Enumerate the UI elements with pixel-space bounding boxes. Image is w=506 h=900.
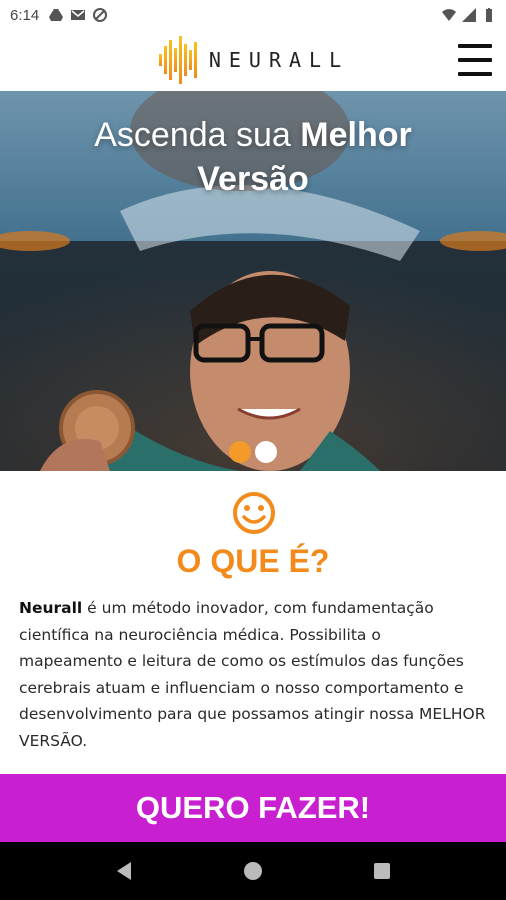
waveform-logo-icon [158, 36, 197, 84]
status-bar: 6:14 [0, 0, 506, 30]
brand-logo[interactable]: NEURALL [157, 36, 349, 84]
back-icon[interactable] [112, 859, 136, 883]
home-icon[interactable] [241, 859, 265, 883]
menu-line [458, 44, 492, 48]
section-description: Neurall é um método inovador, com fundam… [19, 595, 488, 754]
wifi-icon [442, 9, 456, 21]
menu-line [458, 58, 492, 62]
what-is-section: O QUE É? Neurall é um método inovador, c… [0, 471, 506, 774]
signal-icon [462, 8, 476, 22]
smiley-icon [233, 492, 275, 534]
notification-icons [49, 8, 108, 22]
section-title: O QUE É? [176, 543, 330, 579]
brand-name: NEURALL [208, 48, 350, 72]
app-header: NEURALL [0, 30, 506, 90]
status-time: 6:14 [10, 6, 40, 24]
hero-title-bold-2: Versão [197, 160, 309, 198]
battery-icon [486, 8, 492, 22]
cta-button[interactable]: QUERO FAZER! [0, 774, 506, 842]
system-nav-bar [0, 842, 506, 900]
menu-line [458, 72, 492, 76]
hero-title-bold-1: Melhor [300, 116, 412, 154]
carousel-dots [0, 441, 506, 463]
carousel-dot-2[interactable] [255, 441, 277, 463]
hero-carousel[interactable]: Ascenda sua Melhor Versão [0, 91, 506, 471]
hero-title: Ascenda sua Melhor Versão [0, 113, 506, 201]
drive-icon [49, 9, 64, 21]
hamburger-menu-icon[interactable] [458, 44, 492, 76]
hero-title-light: Ascenda sua [94, 116, 301, 154]
sync-icon [93, 8, 108, 22]
brand-word: Neurall [19, 599, 83, 617]
description-text: é um método inovador, com fundamentação … [19, 599, 486, 750]
carousel-dot-1[interactable] [229, 441, 251, 463]
gmail-icon [71, 10, 86, 20]
recents-icon[interactable] [370, 859, 394, 883]
system-icons [442, 8, 496, 22]
